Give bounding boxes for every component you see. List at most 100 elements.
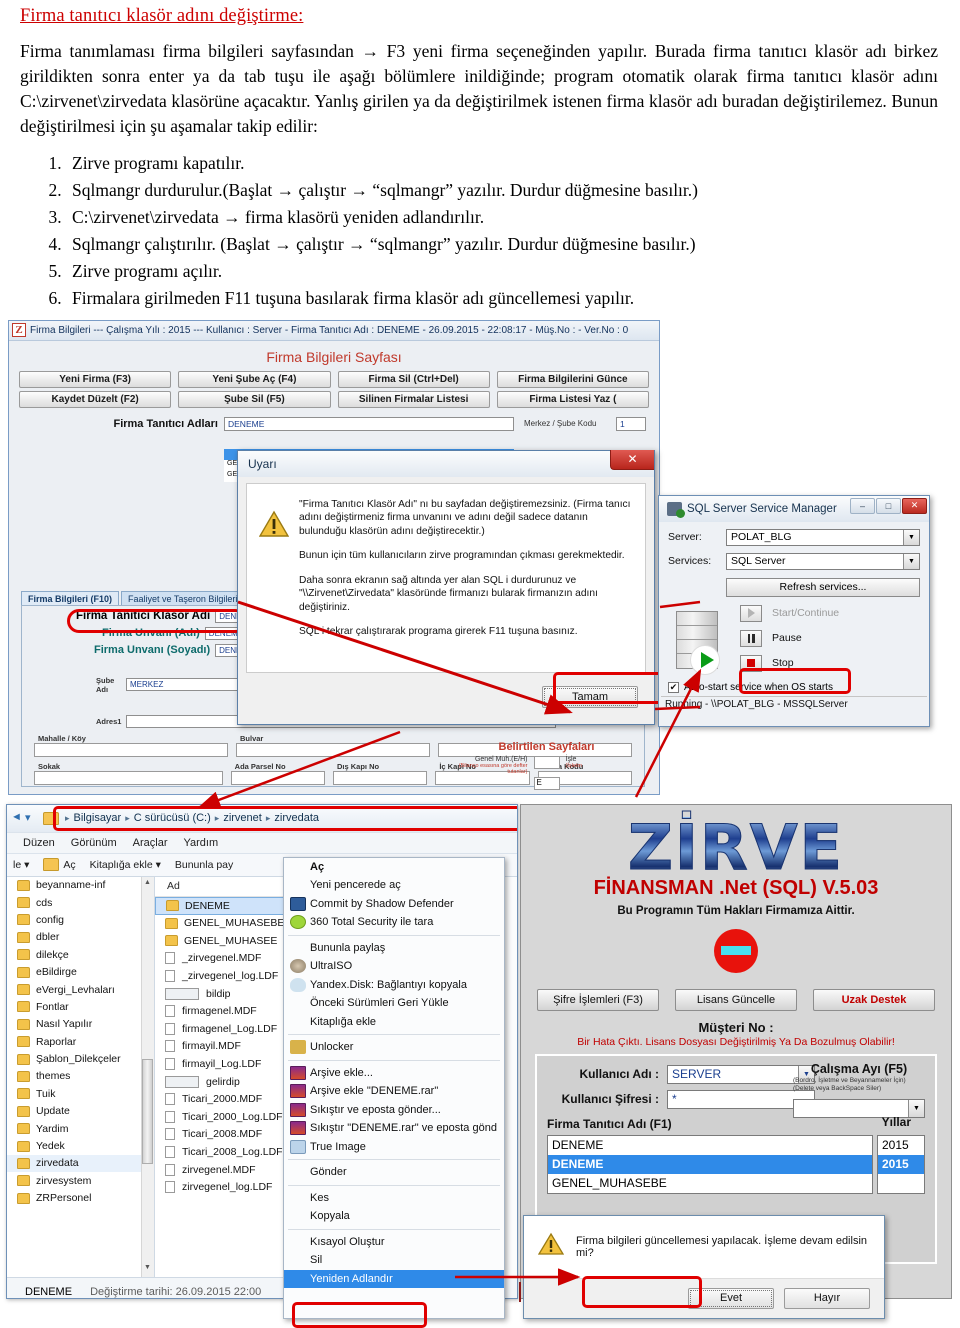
tree-item[interactable]: dbler (7, 929, 154, 946)
mahalle-koy-input[interactable] (34, 742, 228, 757)
checkbox-icon[interactable]: ✔ (668, 681, 679, 693)
list-item[interactable]: Ticari_2008.MDF (155, 1126, 299, 1144)
tree-item[interactable]: cds (7, 894, 154, 911)
tree-item[interactable]: Tuik (7, 1085, 154, 1102)
list-item[interactable]: GENEL_MUHASEE (155, 932, 299, 950)
firma-list[interactable]: DENEME DENEME GENEL_MUHASEBE (547, 1134, 873, 1194)
list-item[interactable]: DENEME (548, 1136, 872, 1155)
list-item[interactable]: Ticari_2000_Log.LDF (155, 1108, 299, 1126)
scroll-up-icon[interactable]: ▲ (142, 879, 153, 890)
list-item[interactable]: _zirvegenel.MDF (155, 950, 299, 968)
years-list[interactable]: 2015 2015 (877, 1134, 925, 1194)
menu-araclar[interactable]: Araçlar (133, 837, 168, 849)
list-item[interactable]: GENEL_MUHASEBE (548, 1174, 872, 1193)
list-item[interactable]: Ticari_2008_Log.LDF (155, 1143, 299, 1161)
list-item[interactable]: firmagenel_Log.LDF (155, 1020, 299, 1038)
tree-item[interactable]: eVergi_Levhaları (7, 981, 154, 998)
hayir-button[interactable]: Hayır (784, 1287, 870, 1309)
tree-item[interactable]: Fontlar (7, 998, 154, 1015)
tamam-button[interactable]: Tamam (542, 685, 638, 708)
firma-bilgilerini-guncelle-button[interactable]: Firma Bilgilerini Günce (496, 370, 649, 388)
menu-item-yeni-pencerede-ac[interactable]: Yeni pencerede aç (284, 876, 504, 895)
uzak-destek-button[interactable]: Uzak Destek (813, 988, 935, 1011)
menu-item-sikistir-eposta[interactable]: Sıkıştır ve eposta gönder... (284, 1101, 504, 1120)
sifre-islemleri-button[interactable]: Şifre İşlemleri (F3) (537, 988, 659, 1011)
chevron-down-icon[interactable]: ▼ (903, 529, 919, 545)
kdv-input[interactable]: E (533, 776, 560, 790)
menu-item-sil[interactable]: Sil (284, 1251, 504, 1270)
chevron-down-icon[interactable]: ▼ (903, 553, 919, 569)
dis-kapi-no-input[interactable] (333, 770, 428, 785)
menu-item-360-security[interactable]: 360 Total Security ile tara (284, 913, 504, 932)
menu-yardim[interactable]: Yardım (184, 837, 219, 849)
tree-item[interactable]: eBildirge (7, 963, 154, 980)
list-item[interactable]: GENEL_MUHASEBE (155, 915, 299, 933)
tree-item[interactable]: config (7, 911, 154, 928)
ac-button[interactable]: Aç (63, 859, 75, 871)
tree-item[interactable]: Update (7, 1103, 154, 1120)
autostart-checkbox-row[interactable]: ✔ Auto-start service when OS starts (659, 680, 929, 693)
tab-firma-bilgileri[interactable]: Firma Bilgileri (F10) (21, 590, 120, 606)
ada-parsel-no-input[interactable] (230, 770, 325, 785)
yeni-firma-button[interactable]: Yeni Firma (F3) (19, 370, 172, 388)
list-item[interactable]: gelirdip (155, 1073, 299, 1091)
list-item-selected[interactable]: 2015 (878, 1154, 924, 1174)
start-continue-action[interactable]: Start/Continue (740, 604, 920, 622)
menu-item-yeniden-adlandir[interactable]: Yeniden Adlandır (284, 1269, 504, 1288)
menu-item-kes[interactable]: Kes (284, 1189, 504, 1208)
firma-sil-button[interactable]: Firma Sil (Ctrl+Del) (337, 370, 490, 388)
silinen-firmalar-listesi-button[interactable]: Silinen Firmalar Listesi (337, 390, 490, 408)
breadcrumb[interactable]: C sürücüsü (C:) (134, 812, 211, 824)
tree-item[interactable]: Yedek (7, 1137, 154, 1154)
pause-action[interactable]: Pause (740, 629, 920, 647)
menu-item-kitapliga-ekle[interactable]: Kitaplığa ekle (284, 1013, 504, 1032)
menu-item-yandex-disk[interactable]: Yandex.Disk: Bağlantıyı kopyala (284, 976, 504, 995)
tree-item-zirvedata[interactable]: zirvedata (7, 1154, 154, 1173)
firma-tanitici-adlari-input[interactable]: DENEME (224, 416, 514, 431)
tree-item[interactable]: zirvesystem (7, 1172, 154, 1189)
menu-item-unlocker[interactable]: Unlocker (284, 1038, 504, 1057)
tree-item[interactable]: ZRPersonel (7, 1190, 154, 1207)
menu-item-ac[interactable]: Aç (284, 858, 504, 877)
breadcrumb[interactable]: Bilgisayar (74, 812, 122, 824)
forward-icon[interactable]: ▾ (25, 811, 39, 825)
close-icon[interactable]: ✕ (610, 449, 654, 470)
start-icon[interactable] (740, 604, 762, 622)
pause-icon[interactable] (740, 629, 762, 647)
tree-item[interactable]: beyanname-inf (7, 877, 154, 894)
list-item[interactable]: firmayil.MDF (155, 1038, 299, 1056)
scroll-down-icon[interactable]: ▼ (142, 1264, 153, 1275)
bununla-paylas-button[interactable]: Bununla pay (175, 859, 233, 871)
list-item[interactable]: bildip (155, 985, 299, 1003)
menu-item-kisayol-olustur[interactable]: Kısayol Oluştur (284, 1233, 504, 1252)
list-item-deneme[interactable]: DENEME (155, 896, 299, 915)
column-header-name[interactable]: Ad (155, 877, 299, 897)
list-item[interactable]: Ticari_2000.MDF (155, 1090, 299, 1108)
menu-item-kopyala[interactable]: Kopyala (284, 1207, 504, 1226)
sube-sil-button[interactable]: Şube Sil (F5) (178, 390, 331, 408)
list-item[interactable]: _zirvegenel_log.LDF (155, 967, 299, 985)
menu-duzen[interactable]: Düzen (23, 837, 55, 849)
minimize-icon[interactable]: – (850, 497, 875, 514)
services-select[interactable]: SQL Server ▼ (726, 552, 920, 570)
tree-item[interactable]: themes (7, 1068, 154, 1085)
menu-item-ultraiso[interactable]: UltraISO (284, 957, 504, 976)
kaydet-duzelt-button[interactable]: Kaydet Düzelt (F2) (19, 390, 172, 408)
list-item[interactable]: firmayil_Log.LDF (155, 1055, 299, 1073)
scrollbar-thumb[interactable] (142, 1058, 153, 1164)
menu-item-shadow-defender[interactable]: Commit by Shadow Defender (284, 895, 504, 914)
stop-icon[interactable] (740, 654, 762, 672)
refresh-services-button[interactable]: Refresh services... (726, 577, 920, 597)
merkez-sube-kodu-input[interactable]: 1 (616, 416, 646, 431)
menu-gorunum[interactable]: Görünüm (71, 837, 117, 849)
menu-item-true-image[interactable]: True Image (284, 1138, 504, 1157)
list-item[interactable]: zirvegenel.MDF (155, 1161, 299, 1179)
lisans-guncelle-button[interactable]: Lisans Güncelle (675, 988, 797, 1011)
tree-item[interactable]: Yardim (7, 1120, 154, 1137)
tree-item[interactable]: Şablon_Dilekçeler (7, 1050, 154, 1067)
list-item[interactable]: zirvegenel_log.LDF (155, 1178, 299, 1196)
menu-item-arsive-ekle[interactable]: Arşive ekle... (284, 1064, 504, 1083)
firma-listesi-yaz-button[interactable]: Firma Listesi Yaz ( (496, 390, 649, 408)
menu-item-gonder[interactable]: Gönder (284, 1163, 504, 1182)
list-item[interactable]: 2015 (878, 1136, 924, 1155)
